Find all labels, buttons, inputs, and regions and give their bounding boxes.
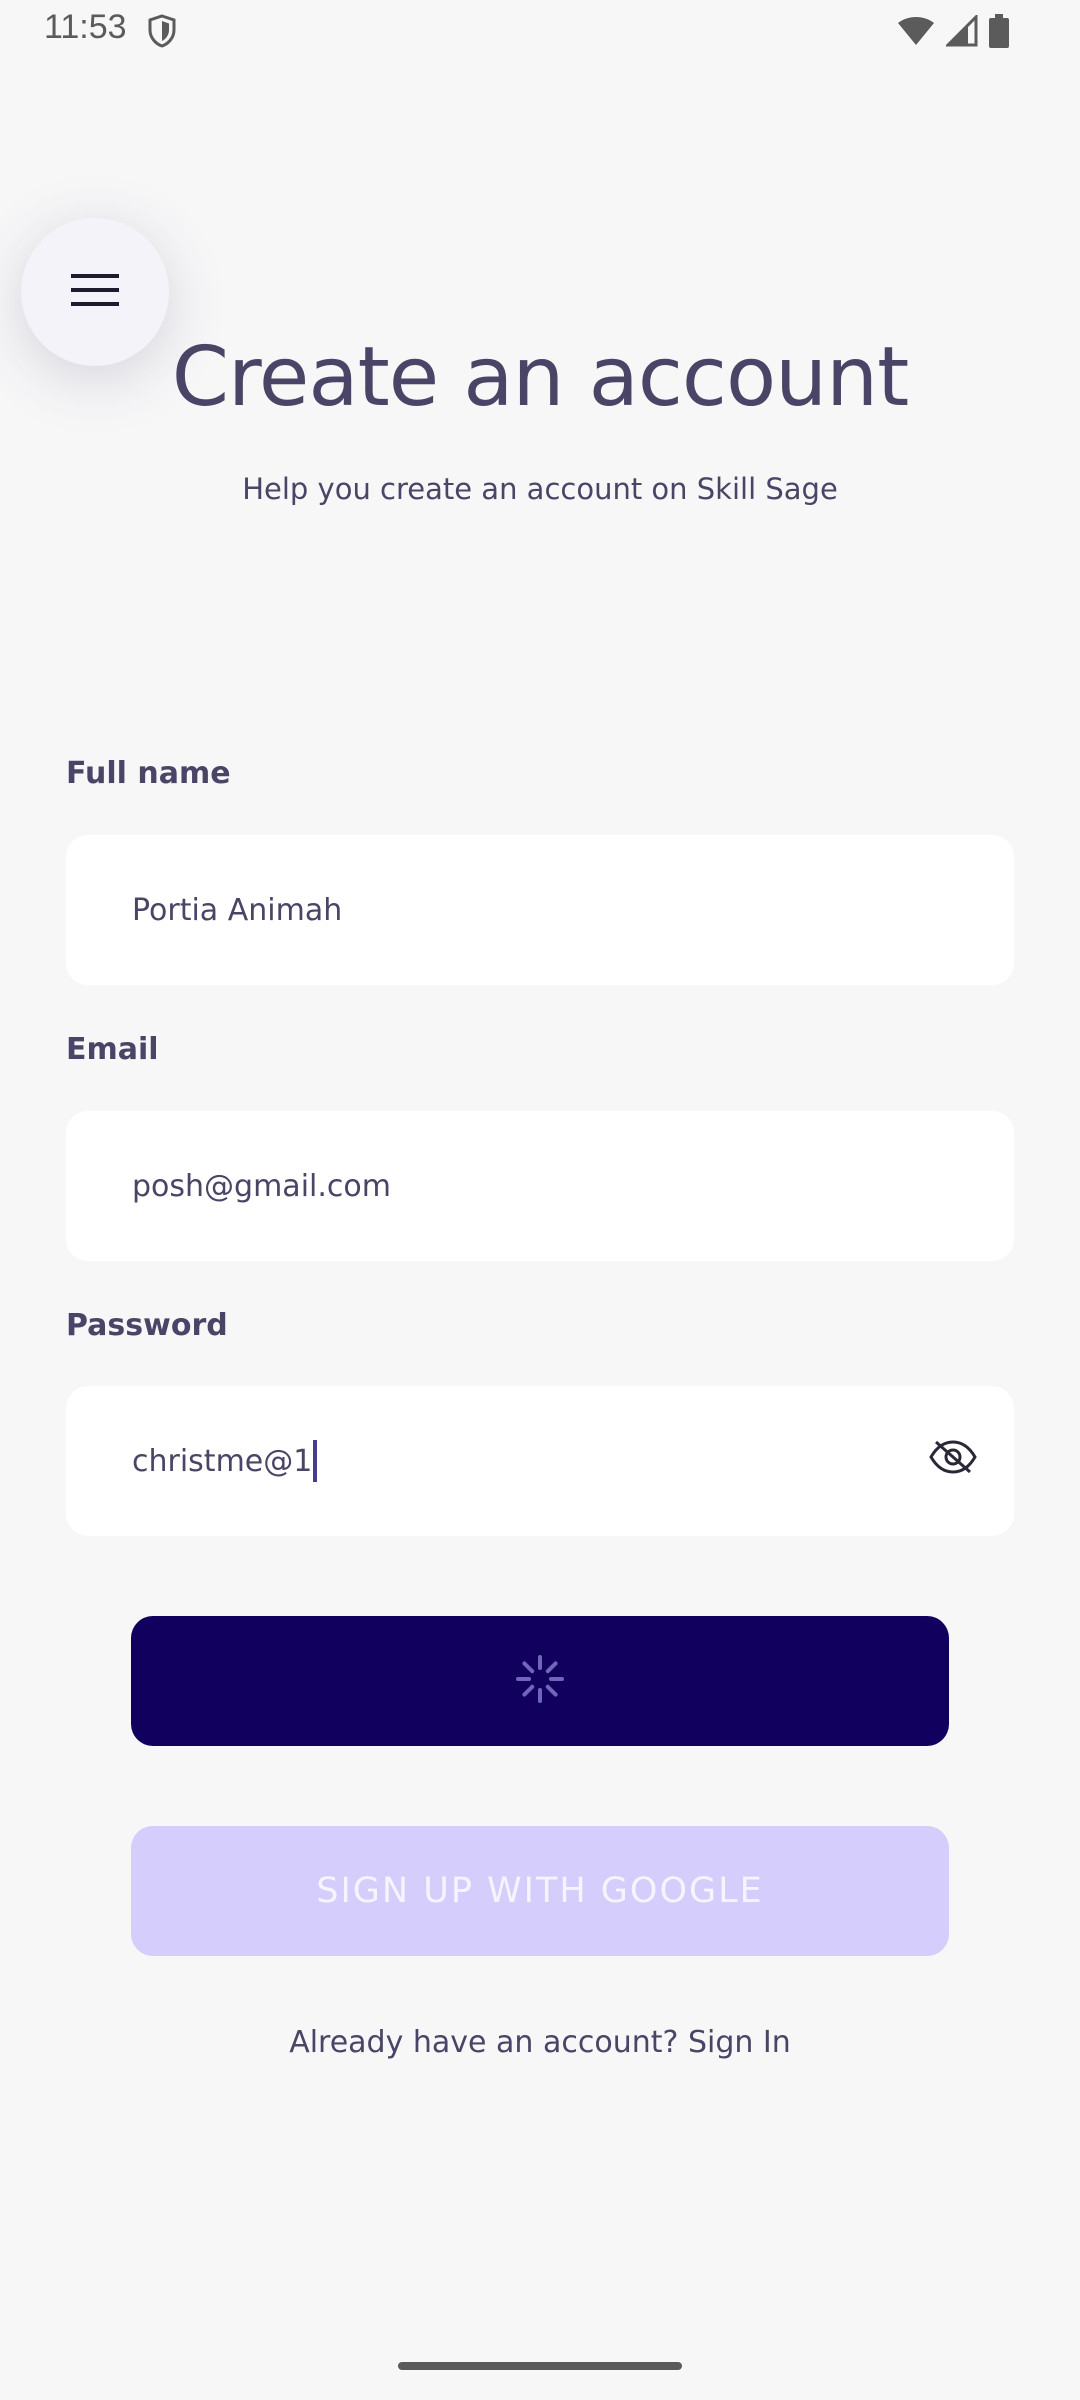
signin-prompt-text: Already have an account? xyxy=(289,2025,688,2060)
full-name-label: Full name xyxy=(66,756,231,791)
wifi-icon xyxy=(896,15,936,51)
signal-icon xyxy=(944,13,978,51)
password-value: christme@1 xyxy=(132,1443,313,1479)
status-icons xyxy=(896,13,1010,52)
full-name-value: Portia Animah xyxy=(132,892,343,928)
signin-prompt: Already have an account? Sign In xyxy=(0,2025,1080,2060)
battery-icon xyxy=(988,14,1010,52)
google-signup-button[interactable]: SIGN UP WITH GOOGLE xyxy=(131,1826,949,1956)
text-cursor xyxy=(313,1440,318,1482)
hamburger-menu-icon xyxy=(70,272,120,312)
home-indicator[interactable] xyxy=(398,2362,682,2370)
page-title: Create an account xyxy=(171,330,910,425)
loading-spinner-icon xyxy=(514,1653,566,1709)
page-subtitle: Help you create an account on Skill Sage xyxy=(242,472,838,506)
full-name-field[interactable]: Portia Animah xyxy=(66,835,1014,985)
shield-icon xyxy=(148,14,176,52)
create-account-button[interactable] xyxy=(131,1616,949,1746)
password-label: Password xyxy=(66,1308,228,1343)
email-value: posh@gmail.com xyxy=(132,1168,391,1204)
status-time: 11:53 xyxy=(44,8,127,46)
eye-off-icon[interactable] xyxy=(928,1439,978,1483)
password-field[interactable]: christme@1 xyxy=(66,1386,1014,1536)
google-signup-label: SIGN UP WITH GOOGLE xyxy=(316,1871,764,1911)
email-label: Email xyxy=(66,1032,159,1067)
sign-in-link[interactable]: Sign In xyxy=(688,2025,791,2060)
email-field[interactable]: posh@gmail.com xyxy=(66,1111,1014,1261)
status-bar: 11:53 xyxy=(0,0,1080,64)
